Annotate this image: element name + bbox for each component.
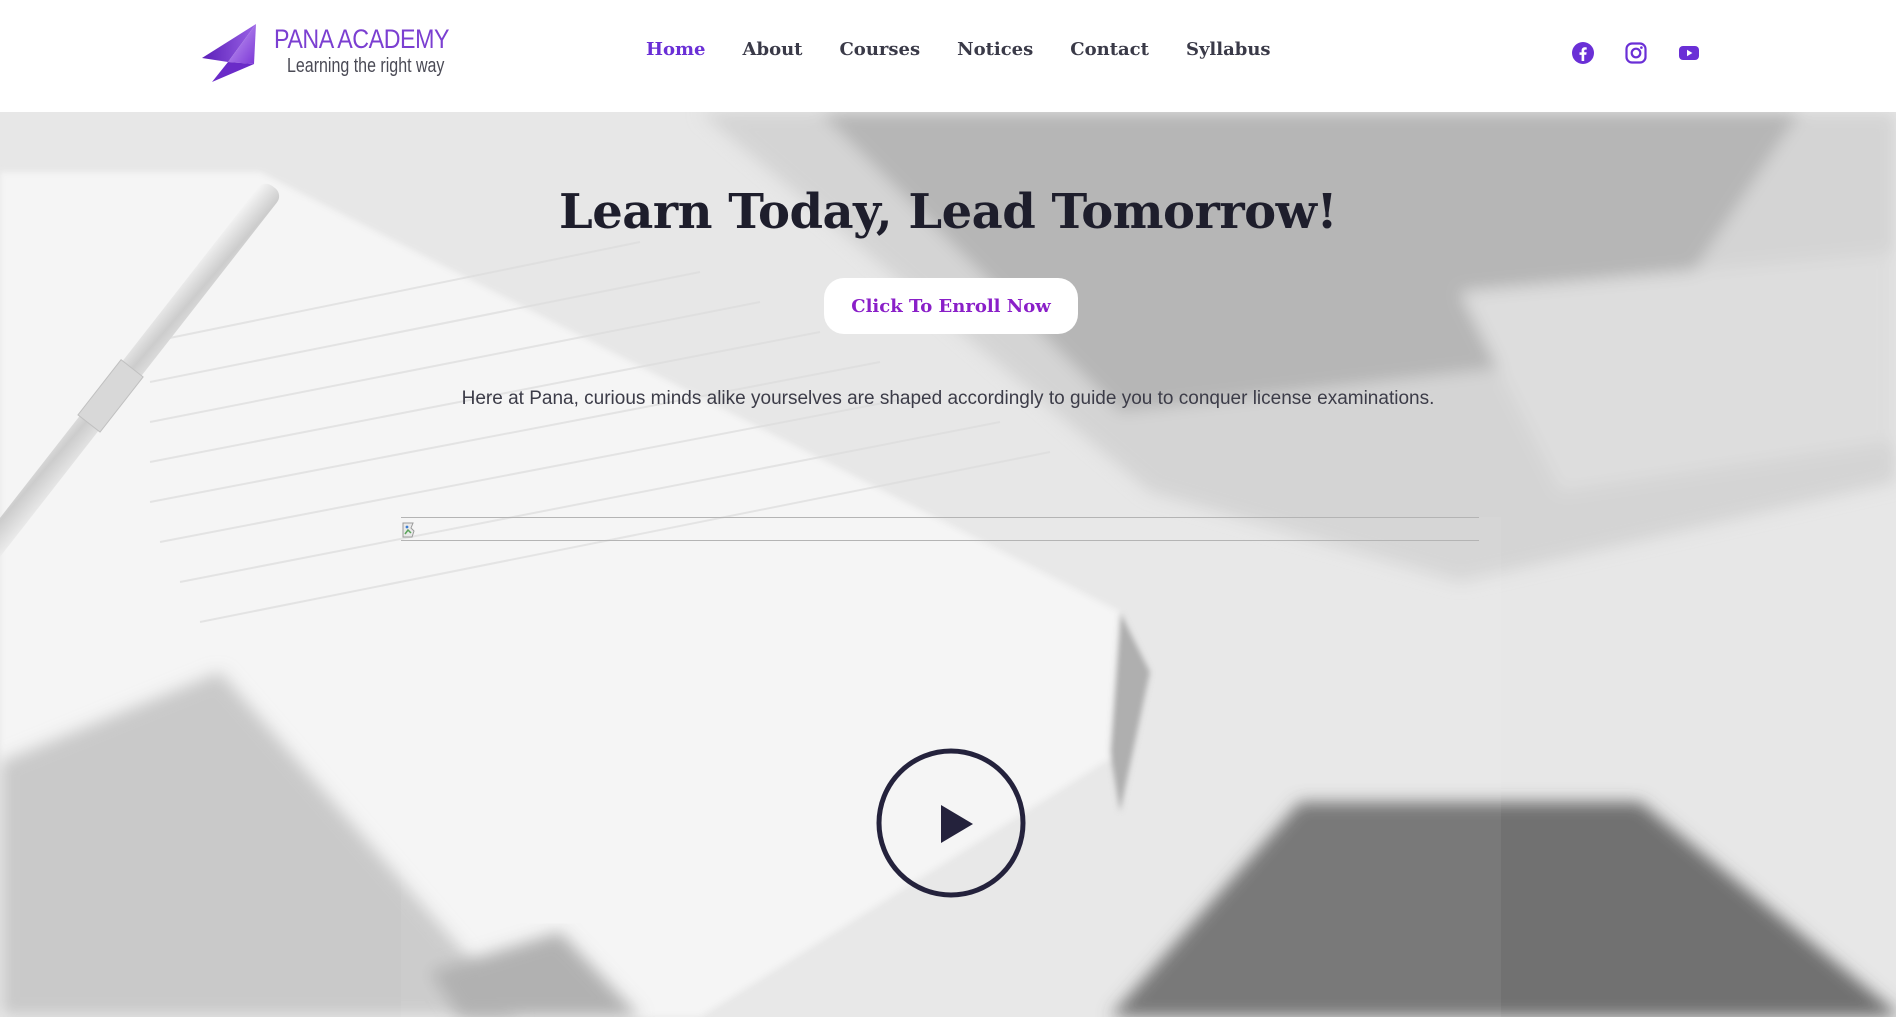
youtube-icon[interactable] bbox=[1677, 41, 1701, 65]
instagram-icon[interactable] bbox=[1624, 41, 1648, 65]
logo-tagline: Learning the right way bbox=[287, 55, 445, 77]
broken-image-icon bbox=[402, 522, 415, 538]
logo-title: PANA ACADEMY bbox=[274, 24, 450, 54]
site-header: PANA ACADEMY Learning the right way Home… bbox=[0, 0, 1896, 112]
enroll-button[interactable]: Click To Enroll Now bbox=[824, 278, 1078, 334]
nav-notices[interactable]: Notices bbox=[957, 39, 1033, 60]
nav-courses[interactable]: Courses bbox=[839, 39, 920, 60]
main-nav: Home About Courses Notices Contact Sylla… bbox=[646, 39, 1308, 60]
nav-contact[interactable]: Contact bbox=[1070, 39, 1149, 60]
facebook-icon[interactable] bbox=[1571, 41, 1595, 65]
nav-syllabus[interactable]: Syllabus bbox=[1186, 39, 1271, 60]
nav-home[interactable]: Home bbox=[646, 39, 706, 60]
hero-description: Here at Pana, curious minds alike yourse… bbox=[461, 388, 1435, 409]
nav-about[interactable]: About bbox=[743, 39, 803, 60]
broken-image-placeholder bbox=[401, 517, 1479, 541]
hero-title: Learn Today, Lead Tomorrow! bbox=[558, 184, 1338, 240]
social-links bbox=[1571, 41, 1701, 65]
hero-section: Learn Today, Lead Tomorrow! Click To Enr… bbox=[0, 112, 1896, 1017]
play-video-icon[interactable] bbox=[875, 747, 1027, 899]
paper-plane-logo-icon bbox=[202, 24, 256, 82]
logo-link[interactable]: PANA ACADEMY Learning the right way bbox=[200, 22, 460, 84]
